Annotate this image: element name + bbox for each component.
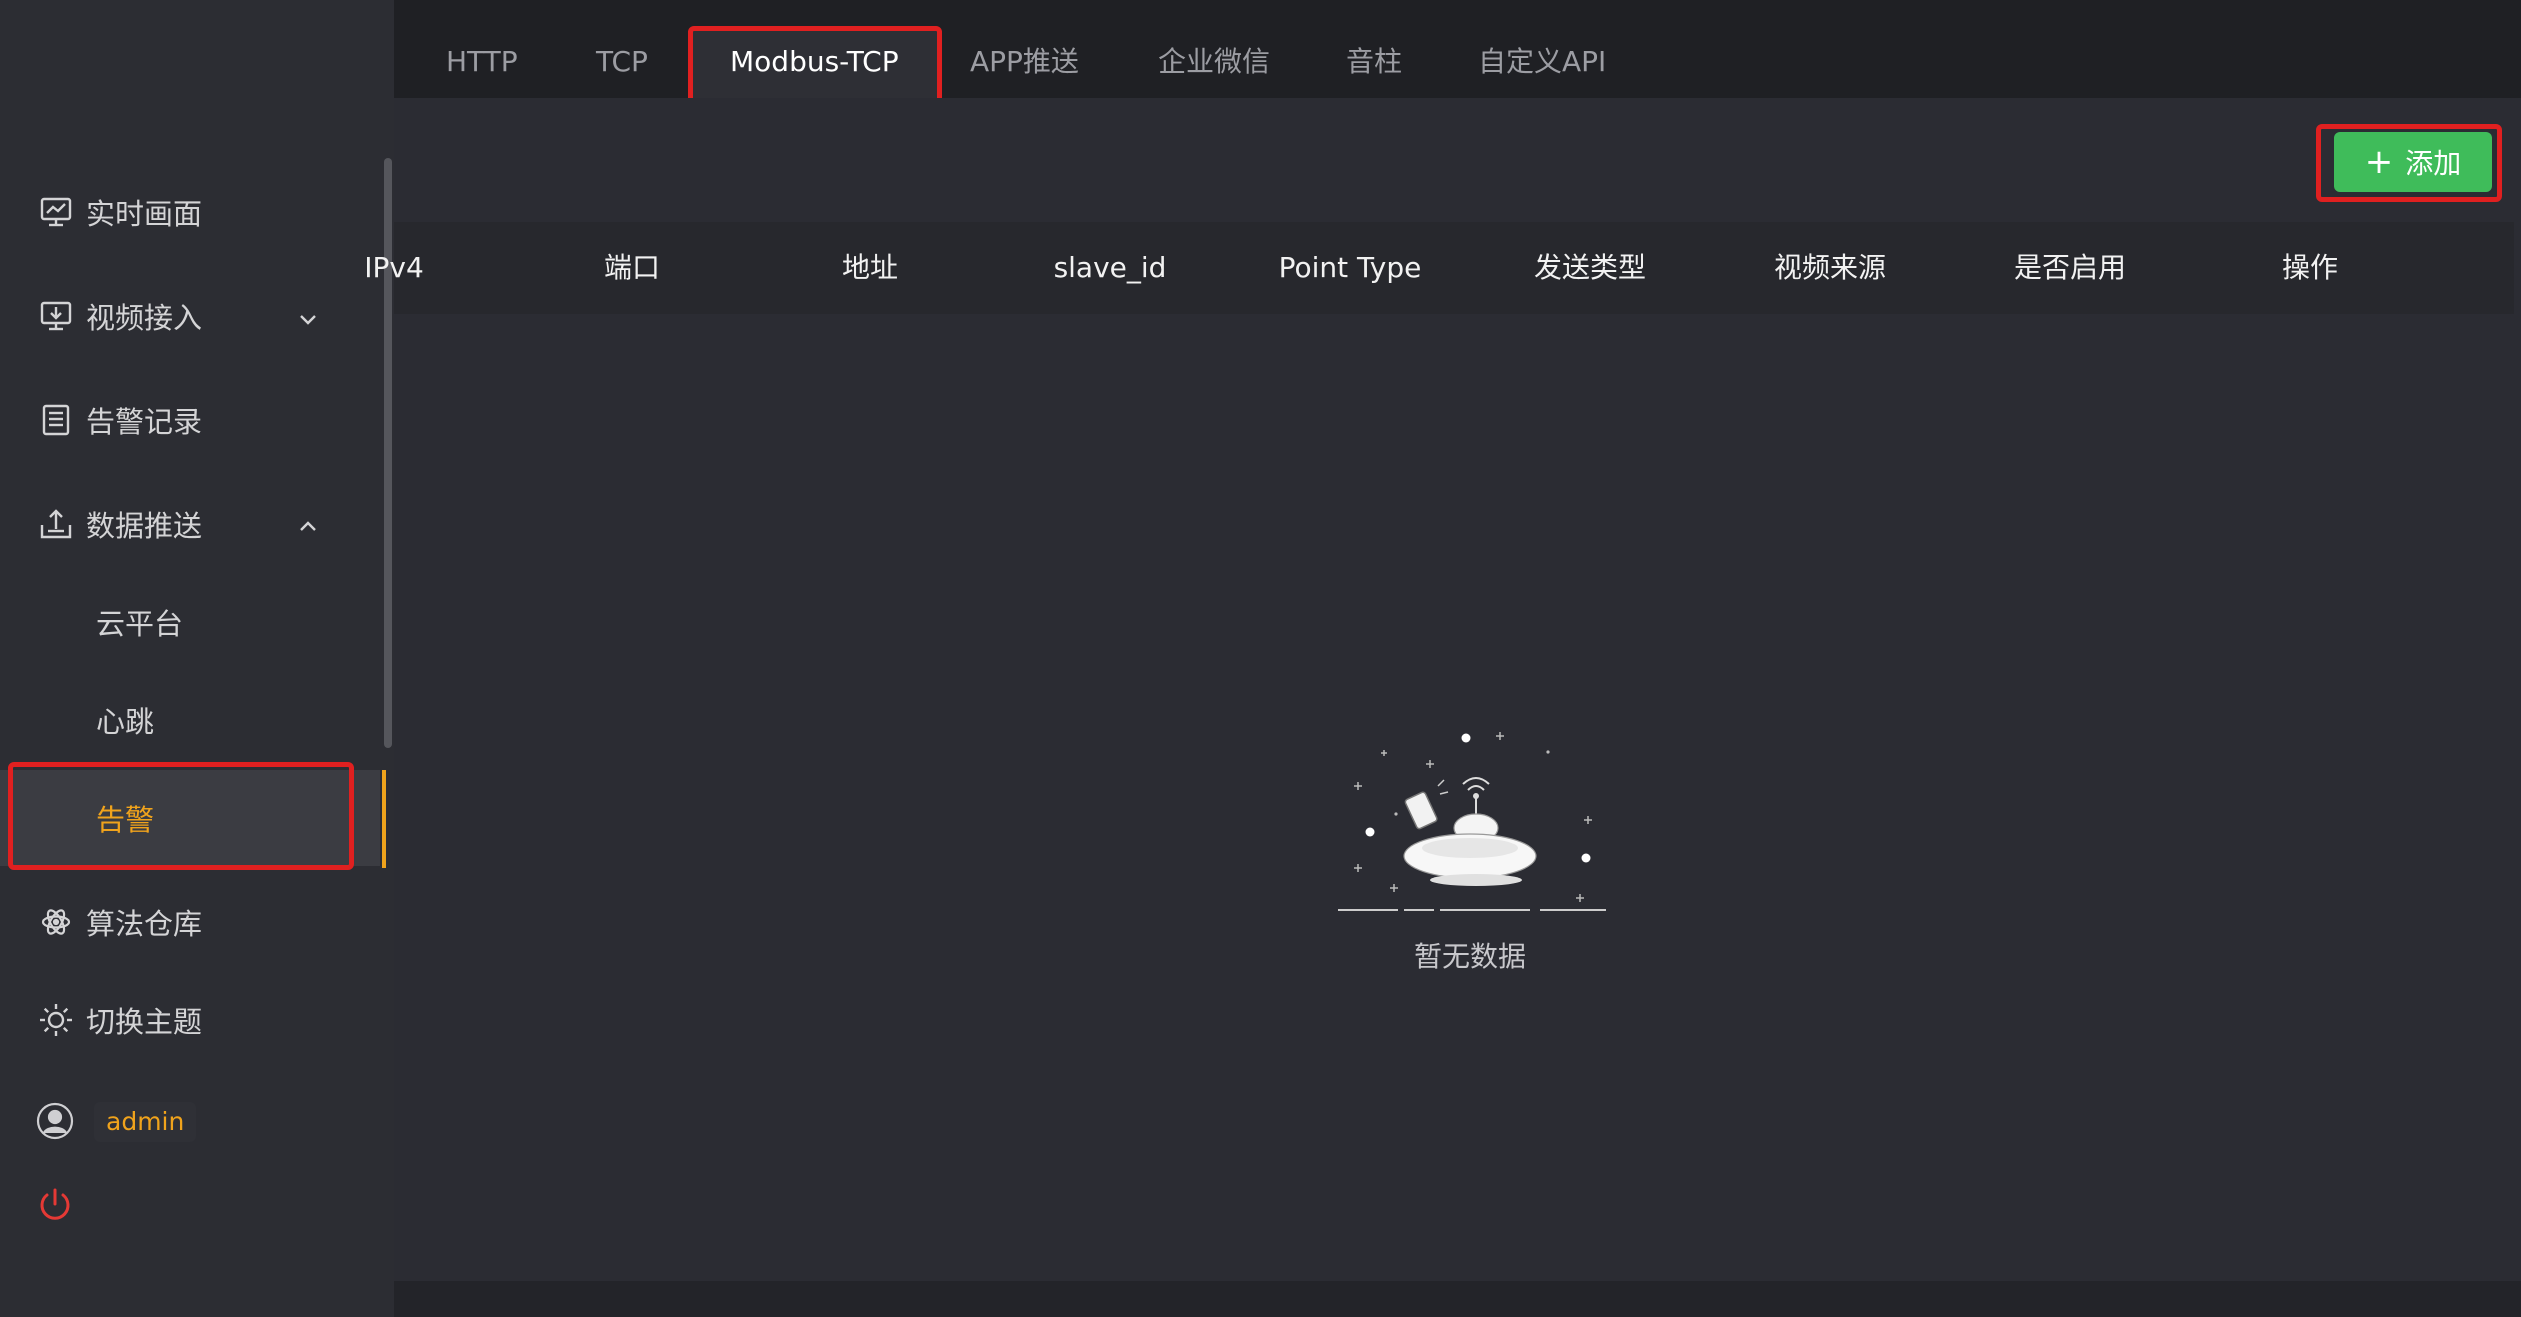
tab-wecom[interactable]: 企业微信 bbox=[1120, 26, 1308, 98]
sidebar-item-algorithm-repo[interactable]: 算法仓库 bbox=[0, 882, 380, 962]
sidebar-item-label: 数据推送 bbox=[86, 509, 203, 543]
sidebar-subitem-label: 心跳 bbox=[96, 705, 155, 739]
column-header-address: 地址 bbox=[841, 251, 898, 284]
power-icon[interactable] bbox=[36, 1186, 74, 1224]
sidebar-item-switch-theme[interactable]: 切换主题 bbox=[0, 980, 380, 1060]
sidebar-item-label: 实时画面 bbox=[86, 197, 203, 231]
column-header-slave-id: slave_id bbox=[1053, 251, 1167, 284]
sidebar-item-label: 视频接入 bbox=[86, 301, 203, 335]
column-header-video-source: 视频来源 bbox=[1773, 251, 1886, 284]
avatar[interactable] bbox=[36, 1102, 74, 1140]
sidebar-subitem-heartbeat[interactable]: 心跳 bbox=[0, 672, 380, 768]
tab-modbus-tcp[interactable]: Modbus-TCP bbox=[692, 26, 937, 98]
column-header-actions: 操作 bbox=[2281, 251, 2338, 284]
ufo-icon bbox=[1338, 732, 1606, 911]
monitor-chart-icon bbox=[38, 194, 74, 230]
sidebar-subitem-label: 云平台 bbox=[96, 607, 184, 641]
add-button[interactable]: + 添加 bbox=[2334, 132, 2492, 192]
username: admin bbox=[94, 1102, 197, 1142]
tab-speaker[interactable]: 音柱 bbox=[1308, 26, 1440, 98]
upload-tray-icon bbox=[38, 506, 74, 542]
sidebar-subitem-label: 告警 bbox=[96, 803, 155, 837]
sidebar-item-label: 算法仓库 bbox=[86, 907, 203, 941]
active-indicator bbox=[382, 770, 386, 868]
empty-state-text: 暂无数据 bbox=[1413, 940, 1526, 973]
horizontal-scrollbar-track bbox=[394, 1281, 2521, 1317]
plus-icon: + bbox=[2364, 142, 2394, 182]
user-row[interactable]: admin bbox=[0, 1090, 380, 1154]
sidebar-item-label: 告警记录 bbox=[86, 405, 203, 439]
tab-custom-api[interactable]: 自定义API bbox=[1440, 26, 1644, 98]
sidebar-item-data-push[interactable]: 数据推送 bbox=[0, 484, 380, 564]
sidebar-subitem-alarm[interactable]: 告警 bbox=[0, 770, 380, 866]
atom-icon bbox=[38, 904, 74, 940]
column-header-send-type: 发送类型 bbox=[1533, 251, 1646, 284]
column-header-ipv4: IPv4 bbox=[364, 251, 424, 284]
tab-app-push[interactable]: APP推送 bbox=[932, 26, 1117, 98]
video-input-icon bbox=[38, 298, 74, 334]
add-button-label: 添加 bbox=[2405, 147, 2462, 180]
list-document-icon bbox=[38, 402, 74, 438]
sun-icon bbox=[38, 1002, 74, 1038]
sidebar-subitem-cloud[interactable]: 云平台 bbox=[0, 574, 380, 670]
sidebar-item-label: 切换主题 bbox=[86, 1005, 203, 1039]
table-header: IPv4 端口 地址 slave_id Point Type 发送类型 视频来源… bbox=[364, 222, 2514, 314]
tab-http[interactable]: HTTP bbox=[408, 26, 556, 98]
chevron-up-icon[interactable] bbox=[296, 512, 320, 536]
column-header-port: 端口 bbox=[603, 251, 660, 284]
column-header-enabled: 是否启用 bbox=[2013, 251, 2126, 284]
sidebar: 实时画面 视频接入 告警记录 数据推送 云平台 心跳 告警 算法仓库 切换主题 … bbox=[0, 0, 394, 1317]
tab-tcp[interactable]: TCP bbox=[558, 26, 686, 98]
column-header-point-type: Point Type bbox=[1278, 251, 1422, 284]
sidebar-item-alarm-records[interactable]: 告警记录 bbox=[0, 380, 380, 460]
